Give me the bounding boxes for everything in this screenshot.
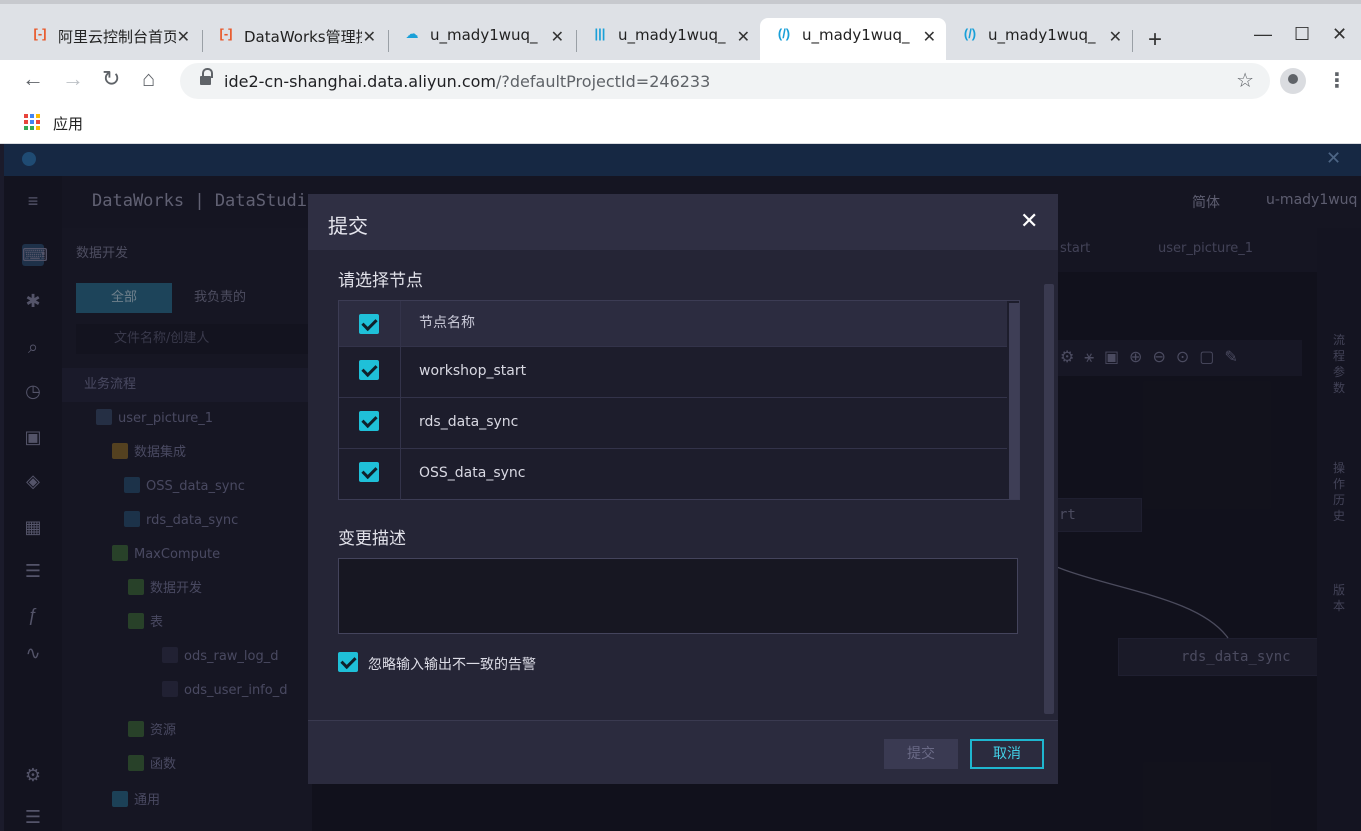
table-row: workshop_start [339,347,1007,398]
back-arrow-icon[interactable]: ← [22,66,44,92]
url-host: ide2-cn-shanghai.data.aliyun.com [224,72,496,91]
row-checkbox[interactable] [359,360,379,380]
dialog-title: 提交 [328,214,368,238]
bookmark-star-icon[interactable]: ☆ [1236,68,1254,93]
close-icon[interactable]: ✕ [363,27,376,47]
browser-tab-title: 阿里云控制台首页 [58,28,176,46]
browser-tab[interactable]: ☁ u_mady1wuq_ ✕ [388,18,574,64]
row-checkbox[interactable] [359,411,379,431]
select-all-cell [339,301,401,346]
tab-separator [1132,30,1133,52]
browser-tab[interactable]: [-] 阿里云控制台首页 ✕ [16,18,200,64]
browser-tab[interactable]: (/) u_mady1wuq_ ✕ [946,18,1132,64]
code-icon: (/) [963,26,977,41]
aliyun-logo-icon: [-] [33,26,47,41]
forward-arrow-icon[interactable]: → [62,66,84,92]
table-header: 节点名称 [339,301,1007,347]
browser-tab-active[interactable]: (/) u_mady1wuq_ ✕ [760,18,946,64]
row-check-cell [339,449,401,500]
more-menu-icon[interactable]: ⋮ [1327,68,1347,93]
change-desc-textarea[interactable] [338,558,1018,634]
minimize-icon[interactable]: — [1254,24,1272,45]
ignore-warning-label: 忽略输入输出不一致的告警 [368,657,536,673]
home-icon[interactable]: ⌂ [142,66,155,92]
row-checkbox[interactable] [359,462,379,482]
browser-tab-title: u_mady1wuq_ [802,26,910,44]
submit-dialog: 提交 ✕ 请选择节点 节点名称 workshop_start rds_data_… [308,194,1058,784]
close-icon[interactable]: ✕ [1109,27,1122,47]
table-row: OSS_data_sync [339,449,1007,500]
apps-grid-icon[interactable] [24,114,40,130]
dialog-scrollbar[interactable] [1044,284,1054,714]
browser-tab[interactable]: ||| u_mady1wuq_ ✕ [576,18,760,64]
url-path: /?defaultProjectId=246233 [496,72,711,91]
aliyun-logo-icon: [-] [219,26,233,41]
change-desc-label: 变更描述 [338,529,406,549]
submit-button[interactable]: 提交 [884,739,958,769]
close-icon[interactable]: ✕ [177,27,190,47]
waveform-icon: ||| [594,26,606,41]
select-nodes-label: 请选择节点 [338,271,423,291]
browser-tab-strip: [-] 阿里云控制台首页 ✕ [-] DataWorks管理控制台 ✕ ☁ u_… [0,0,1361,64]
close-icon[interactable]: ✕ [551,27,564,47]
node-name-cell: workshop_start [419,363,527,379]
new-tab-icon[interactable]: + [1148,26,1162,54]
ignore-warning-checkbox[interactable] [338,652,358,672]
row-check-cell [339,347,401,397]
code-icon: (/) [777,26,791,41]
profile-avatar-icon[interactable] [1280,68,1306,94]
cancel-button[interactable]: 取消 [970,739,1044,769]
node-table: 节点名称 workshop_start rds_data_sync OSS_da… [338,300,1020,500]
select-all-checkbox[interactable] [359,314,379,334]
browser-tab[interactable]: [-] DataWorks管理控制台 ✕ [202,18,386,64]
lock-icon [200,68,213,87]
address-bar[interactable]: ide2-cn-shanghai.data.aliyun.com/?defaul… [180,63,1270,99]
apps-bookmark-label[interactable]: 应用 [53,113,83,134]
close-icon[interactable]: ✕ [737,27,750,47]
browser-tab-title: DataWorks管理控制台 [244,28,362,46]
table-row: rds_data_sync [339,398,1007,449]
reload-icon[interactable]: ↻ [102,66,120,92]
url-text: ide2-cn-shanghai.data.aliyun.com/?defaul… [224,72,710,91]
window-close-icon[interactable]: ✕ [1332,24,1347,45]
browser-tab-title: u_mady1wuq_ [988,26,1096,44]
maximize-icon[interactable]: ☐ [1294,24,1310,45]
table-scrollbar[interactable] [1009,303,1019,499]
browser-toolbar: ← → ↻ ⌂ ide2-cn-shanghai.data.aliyun.com… [0,60,1361,102]
dialog-footer: 提交 取消 [308,720,1058,784]
browser-tab-title: u_mady1wuq_ [618,26,726,44]
node-name-cell: rds_data_sync [419,414,519,430]
cloud-icon: ☁ [405,26,419,41]
browser-tab-title: u_mady1wuq_ [430,26,538,44]
bookmarks-bar: 应用 [0,102,1361,144]
close-icon[interactable]: ✕ [1020,208,1038,234]
close-icon[interactable]: ✕ [923,27,936,47]
row-check-cell [339,398,401,448]
dialog-header: 提交 ✕ [308,194,1058,250]
node-name-cell: OSS_data_sync [419,465,526,481]
column-header-node-name: 节点名称 [419,315,475,331]
